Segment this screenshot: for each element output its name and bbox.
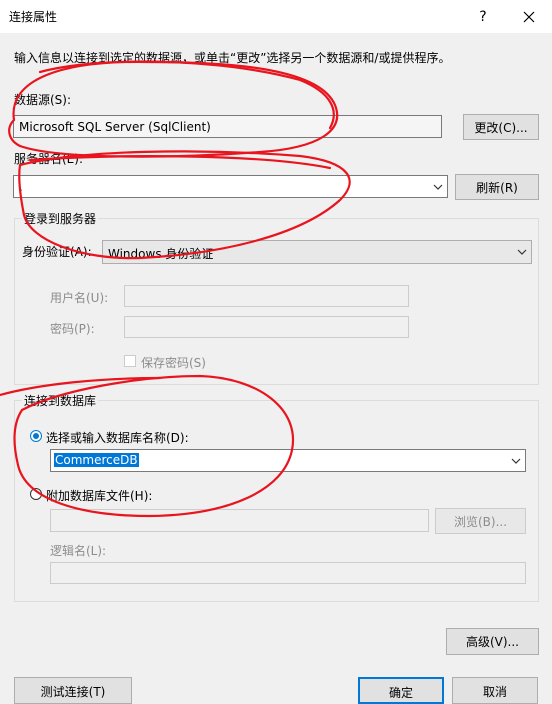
datasource-field: Microsoft SQL Server (SqlClient) — [13, 115, 442, 138]
database-combobox[interactable]: CommerceDB — [50, 449, 526, 472]
test-connection-button[interactable]: 测试连接(T) — [14, 677, 132, 704]
auth-value: Windows 身份验证 — [108, 247, 214, 261]
logical-name-label: 逻辑名(L): — [50, 544, 107, 558]
ok-button[interactable]: 确定 — [358, 677, 444, 704]
browse-button[interactable]: 浏览(B)... — [435, 508, 526, 534]
attach-db-radio[interactable] — [30, 488, 42, 500]
chevron-down-icon[interactable] — [511, 458, 521, 464]
cancel-button[interactable]: 取消 — [452, 677, 538, 704]
change-button[interactable]: 更改(C)... — [463, 114, 539, 140]
database-group-title: 连接到数据库 — [22, 392, 99, 409]
password-input[interactable] — [124, 316, 409, 338]
window-title: 连接属性 — [9, 10, 58, 24]
help-button[interactable]: ? — [460, 0, 506, 33]
database-value: CommerceDB — [54, 453, 139, 467]
server-combobox[interactable]: . — [13, 175, 448, 198]
chevron-down-icon[interactable] — [517, 249, 527, 255]
advanced-button[interactable]: 高级(V)... — [446, 628, 539, 655]
server-label: 服务器名(E): — [14, 152, 83, 166]
datasource-label: 数据源(S): — [14, 93, 72, 107]
save-password-checkbox[interactable] — [124, 355, 136, 367]
username-label: 用户名(U): — [50, 291, 109, 305]
close-icon — [523, 11, 535, 22]
login-group-title: 登录到服务器 — [22, 210, 99, 227]
refresh-button[interactable]: 刷新(R) — [455, 174, 539, 200]
auth-label: 身份验证(A): — [22, 245, 92, 259]
auth-combobox[interactable]: Windows 身份验证 — [102, 240, 532, 264]
select-db-radio[interactable] — [30, 430, 42, 442]
attach-db-label: 附加数据库文件(H): — [46, 489, 153, 503]
intro-text: 输入信息以连接到选定的数据源，或单击“更改”选择另一个数据源和/或提供程序。 — [14, 51, 451, 65]
save-password-label: 保存密码(S) — [141, 356, 206, 370]
close-button[interactable] — [506, 0, 552, 33]
password-label: 密码(P): — [50, 322, 95, 336]
logical-name-input[interactable] — [50, 562, 526, 584]
annotation-circle-datasource — [8, 60, 339, 158]
datasource-value: Microsoft SQL Server (SqlClient) — [19, 120, 211, 134]
select-db-label: 选择或输入数据库名称(D): — [46, 431, 189, 445]
server-value: . — [19, 180, 23, 194]
attach-file-input[interactable] — [50, 509, 429, 532]
username-input[interactable] — [124, 285, 409, 307]
chevron-down-icon[interactable] — [433, 184, 443, 190]
